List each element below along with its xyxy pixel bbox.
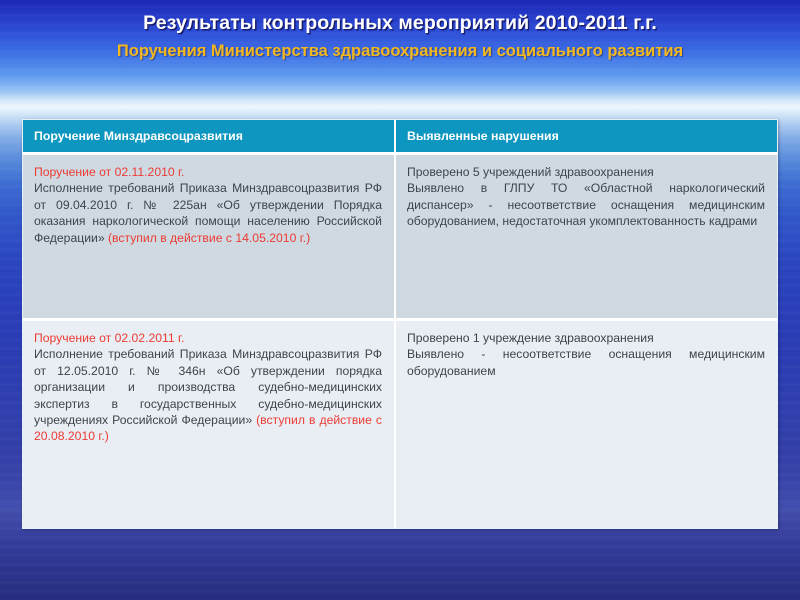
table-body: Поручение от 02.11.2010 г. Исполнение тр… <box>23 152 777 528</box>
table-row: Поручение от 02.02.2011 г. Исполнение тр… <box>23 318 777 528</box>
cell-violations-2: Проверено 1 учреждение здравоохранения В… <box>395 318 777 528</box>
column-header-instruction: Поручение Минздравсоцразвития <box>23 120 396 154</box>
page-title: Результаты контрольных мероприятий 2010-… <box>143 12 657 34</box>
column-header-violations: Выявленные нарушения <box>395 120 777 154</box>
table-header: Поручение Минздравсоцразвития Выявленные… <box>23 120 777 154</box>
violations-count-1: Проверено 5 учреждений здравоохранения <box>407 165 654 179</box>
cell-instruction-1: Поручение от 02.11.2010 г. Исполнение тр… <box>23 152 396 320</box>
violations-detail-2: Выявлено - несоответствие оснащения меди… <box>407 347 765 378</box>
instruction-text-2: Исполнение требований Приказа Минздравсо… <box>34 346 382 444</box>
table-header-row: Поручение Минздравсоцразвития Выявленные… <box>23 120 777 154</box>
cell-violations-1: Проверено 5 учреждений здравоохранения В… <box>395 152 777 320</box>
violations-count-2: Проверено 1 учреждение здравоохранения <box>407 331 654 345</box>
table-row: Поручение от 02.11.2010 г. Исполнение тр… <box>23 152 777 320</box>
instruction-date-2: Поручение от 02.02.2011 г. <box>34 331 185 345</box>
instruction-effective-date-1: (вступил в действие с 14.05.2010 г.) <box>107 230 311 245</box>
slide-canvas: Результаты контрольных мероприятий 2010-… <box>0 0 800 600</box>
slide-title-block: Результаты контрольных мероприятий 2010-… <box>0 10 800 62</box>
violations-detail-1: Выявлено в ГЛПУ ТО «Областной наркологич… <box>407 181 765 229</box>
results-table-container: Поручение Минздравсоцразвития Выявленные… <box>22 119 778 529</box>
page-subtitle: Поручения Министерства здравоохранения и… <box>116 42 684 60</box>
cell-instruction-2: Поручение от 02.02.2011 г. Исполнение тр… <box>23 318 396 528</box>
instruction-date-1: Поручение от 02.11.2010 г. <box>34 165 185 179</box>
results-table: Поручение Минздравсоцразвития Выявленные… <box>23 120 777 528</box>
instruction-text-1: Исполнение требований Приказа Минздравсо… <box>34 180 382 246</box>
